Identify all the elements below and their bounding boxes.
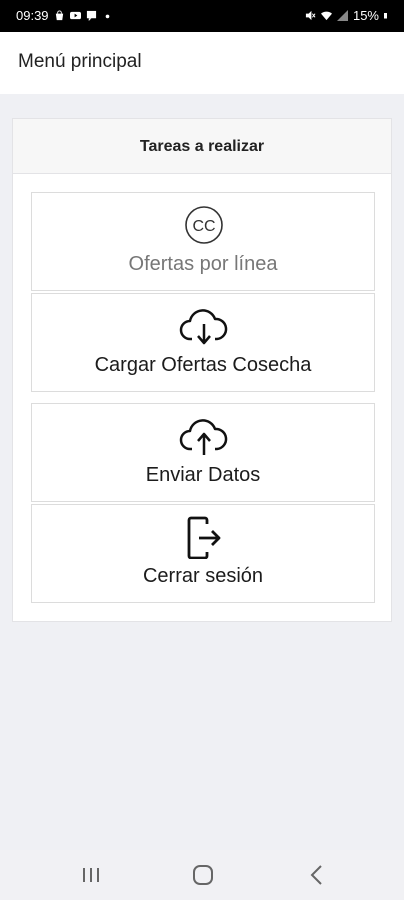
message-icon [86, 10, 96, 21]
svg-text:CC: CC [192, 218, 215, 235]
wifi-icon [320, 11, 332, 21]
cloud-download-icon [179, 309, 228, 345]
task-cargar-ofertas-cosecha[interactable]: Cargar Ofertas Cosecha [31, 293, 375, 392]
closed-captions-icon: CC [185, 206, 223, 244]
back-icon[interactable] [302, 862, 332, 888]
mute-icon [305, 10, 316, 21]
task-cerrar-sesion[interactable]: Cerrar sesión [31, 504, 375, 603]
tasks-card: Tareas a realizar CC Ofertas por línea C… [12, 118, 392, 622]
signal-icon [336, 10, 348, 21]
status-bar: 09:39 15% [0, 0, 404, 32]
status-time: 09:39 [16, 8, 49, 23]
card-title: Tareas a realizar [13, 119, 391, 174]
page-title: Menú principal [18, 51, 142, 72]
task-label: Enviar Datos [145, 464, 261, 486]
cloud-upload-icon [179, 419, 228, 455]
task-label: Cargar Ofertas Cosecha [94, 354, 312, 376]
battery-percent: 15% [352, 8, 379, 23]
bag-icon [55, 10, 63, 21]
app-header: Menú principal [0, 32, 404, 94]
task-enviar-datos[interactable]: Enviar Datos [31, 403, 375, 502]
youtube-icon [69, 11, 81, 20]
task-label: Cerrar sesión [142, 565, 264, 587]
navigation-bar [0, 850, 404, 900]
logout-icon [187, 516, 221, 559]
dot-icon [105, 14, 109, 19]
battery-icon [384, 13, 387, 19]
home-icon[interactable] [188, 862, 218, 888]
task-label: Ofertas por línea [128, 253, 278, 275]
recent-apps-icon[interactable] [76, 862, 106, 888]
task-ofertas-por-linea[interactable]: CC Ofertas por línea [31, 192, 375, 291]
